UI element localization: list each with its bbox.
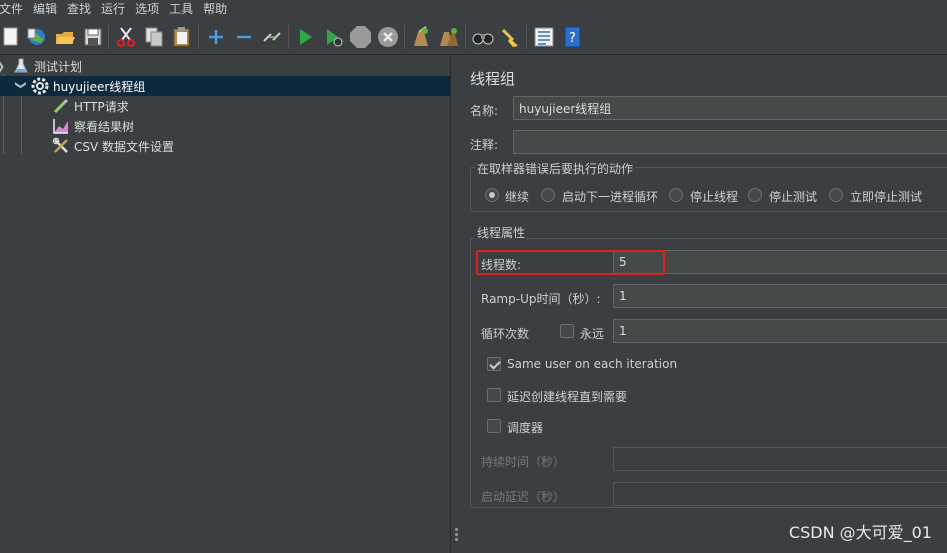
- radio-stop-test-now[interactable]: [829, 188, 843, 202]
- stop-icon[interactable]: [349, 26, 371, 48]
- tree-node-results-tree[interactable]: 察看结果树: [52, 116, 134, 136]
- menu-bar: 文件 编辑 查找 运行 选项 工具 帮助: [0, 0, 947, 19]
- tree-label: 测试计划: [34, 59, 83, 74]
- comment-field[interactable]: [513, 130, 947, 154]
- tree-node-test-plan[interactable]: ❯ 测试计划: [0, 56, 82, 76]
- scheduler-checkbox[interactable]: [487, 419, 501, 433]
- duration-field[interactable]: [613, 447, 947, 471]
- radio-stop-test-now-label: 立即停止测试: [850, 190, 923, 204]
- menu-search[interactable]: 查找: [62, 0, 96, 19]
- radio-stop-test[interactable]: [748, 188, 762, 202]
- duration-label: 持续时间（秒）: [481, 455, 566, 469]
- menu-run[interactable]: 运行: [96, 0, 130, 19]
- radio-stop-test-label: 停止测试: [769, 190, 818, 204]
- gear-icon: [31, 77, 49, 95]
- reset-search-icon[interactable]: [499, 26, 521, 48]
- forever-checkbox[interactable]: [560, 324, 574, 338]
- radio-stop-thread[interactable]: [669, 188, 683, 202]
- threads-highlight-box: [476, 250, 665, 275]
- loop-label: 循环次数: [481, 327, 530, 341]
- test-plan-tree: ❯ 测试计划 ❯ huyujieer线程组 HTTP请求 察看结果树 CSV 数…: [0, 56, 450, 553]
- tree-label: CSV 数据文件设置: [74, 139, 175, 154]
- toggle-icon[interactable]: [261, 26, 283, 48]
- start-no-pauses-icon[interactable]: [322, 26, 344, 48]
- menu-tools[interactable]: 工具: [164, 0, 198, 19]
- menu-options[interactable]: 选项: [130, 0, 164, 19]
- name-label: 名称:: [470, 104, 499, 118]
- tree-node-thread-group[interactable]: ❯ huyujieer线程组: [0, 76, 450, 96]
- delay-thread-creation-checkbox[interactable]: [487, 388, 501, 402]
- rampup-field[interactable]: 1: [613, 284, 947, 308]
- chart-icon: [52, 117, 70, 135]
- help-icon[interactable]: ?: [561, 26, 583, 48]
- menu-file[interactable]: 文件: [0, 0, 28, 19]
- same-user-checkbox[interactable]: [487, 357, 501, 371]
- tools-icon: [52, 137, 70, 155]
- cut-icon[interactable]: [115, 26, 137, 48]
- function-helper-icon[interactable]: [533, 26, 555, 48]
- new-icon[interactable]: [0, 26, 22, 48]
- watermark: CSDN @大可爱_01: [788, 523, 932, 542]
- forever-label: 永远: [580, 327, 605, 341]
- collapse-arrow-icon[interactable]: ❯: [15, 80, 28, 92]
- radio-continue-label: 继续: [505, 190, 530, 204]
- tree-node-csv-config[interactable]: CSV 数据文件设置: [52, 136, 174, 156]
- expand-icon[interactable]: [205, 26, 227, 48]
- radio-next-loop-label: 启动下一进程循环: [562, 190, 659, 204]
- collapse-icon[interactable]: [233, 26, 255, 48]
- shutdown-icon[interactable]: [377, 26, 399, 48]
- pipette-icon: [52, 97, 70, 115]
- open-icon[interactable]: [54, 26, 76, 48]
- panel-splitter[interactable]: [450, 56, 460, 553]
- startup-delay-label: 启动延迟（秒）: [481, 490, 566, 504]
- comment-label: 注释:: [470, 138, 499, 152]
- radio-continue[interactable]: [485, 188, 499, 202]
- thread-properties-title: 线程属性: [475, 224, 528, 241]
- toolbar: ?: [0, 19, 947, 55]
- search-icon[interactable]: [472, 26, 494, 48]
- menu-edit[interactable]: 编辑: [28, 0, 62, 19]
- svg-text:?: ?: [569, 31, 576, 46]
- collapse-arrow-icon[interactable]: ❯: [0, 60, 8, 73]
- start-icon[interactable]: [294, 26, 316, 48]
- radio-next-loop[interactable]: [541, 188, 555, 202]
- save-icon[interactable]: [82, 26, 104, 48]
- tree-label: 察看结果树: [74, 119, 135, 134]
- tree-label: HTTP请求: [74, 99, 129, 114]
- templates-icon[interactable]: [26, 26, 48, 48]
- page-title: 线程组: [470, 70, 516, 88]
- copy-icon[interactable]: [143, 26, 165, 48]
- scheduler-label: 调度器: [507, 421, 544, 435]
- clear-icon[interactable]: [410, 26, 432, 48]
- paste-icon[interactable]: [171, 26, 193, 48]
- tree-node-http-request[interactable]: HTTP请求: [52, 96, 129, 116]
- loop-field[interactable]: 1: [613, 319, 947, 343]
- delay-thread-creation-label: 延迟创建线程直到需要: [507, 390, 628, 404]
- clear-all-icon[interactable]: [438, 26, 460, 48]
- radio-stop-thread-label: 停止线程: [690, 190, 739, 204]
- thread-group-panel: 线程组 名称: huyujieer线程组 注释: 在取样器错误后要执行的动作 继…: [460, 56, 947, 553]
- startup-delay-field[interactable]: [613, 482, 947, 506]
- name-field[interactable]: huyujieer线程组: [513, 96, 947, 120]
- flask-icon: [12, 57, 30, 75]
- rampup-label: Ramp-Up时间（秒）:: [481, 292, 601, 306]
- menu-help[interactable]: 帮助: [198, 0, 232, 19]
- same-user-label: Same user on each iteration: [507, 357, 678, 371]
- tree-label: huyujieer线程组: [53, 79, 146, 94]
- error-action-title: 在取样器错误后要执行的动作: [475, 160, 636, 177]
